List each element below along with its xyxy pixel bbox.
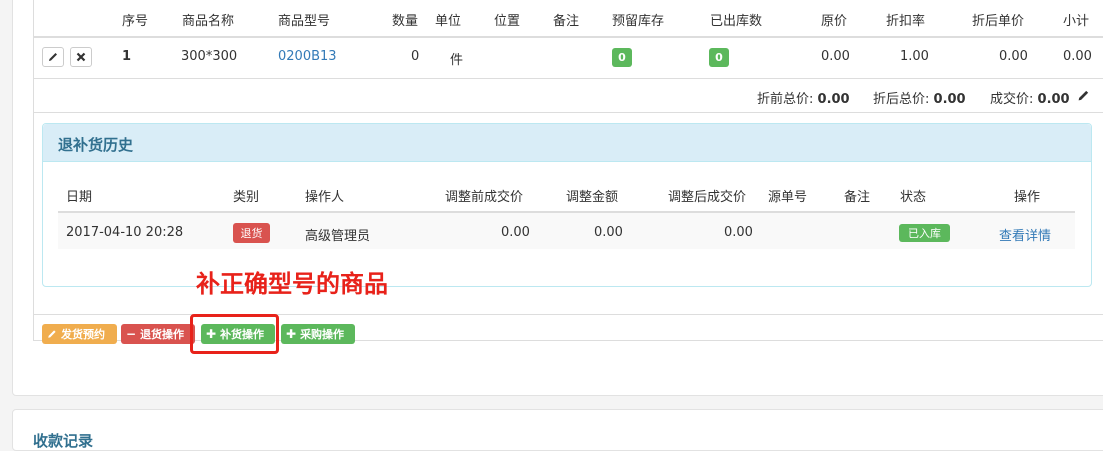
history-row-amount: 0.00	[594, 225, 623, 240]
row-divider	[34, 78, 1103, 79]
col-header-location: 位置	[494, 14, 521, 29]
annotation-text: 补正确型号的商品	[196, 270, 388, 298]
row-index: 1	[122, 49, 132, 64]
shipped-badge: 0	[709, 48, 729, 67]
col-header-qty: 数量	[392, 14, 419, 29]
history-col-status: 状态	[900, 190, 927, 205]
row-qty: 0	[411, 49, 420, 64]
deal-price: 成交价: 0.00	[990, 88, 1070, 107]
return-button[interactable]: − 退货操作	[121, 324, 195, 344]
pencil-icon	[49, 53, 57, 61]
total-before: 折前总价: 0.00	[757, 88, 850, 107]
history-row-view-details-link[interactable]: 查看详情	[999, 225, 1051, 244]
history-row-date: 2017-04-10 20:28	[66, 225, 184, 240]
total-after-value: 0.00	[933, 92, 966, 107]
deal-price-label: 成交价:	[990, 92, 1034, 107]
close-icon	[76, 52, 86, 62]
history-col-after: 调整后成交价	[668, 190, 747, 205]
col-header-orig-price: 原价	[821, 14, 848, 29]
reserved-badge: 0	[612, 48, 632, 67]
edit-row-button[interactable]	[42, 47, 64, 67]
history-col-operator: 操作人	[305, 190, 345, 205]
col-header-discount: 折扣率	[886, 14, 926, 29]
total-after: 折后总价: 0.00	[873, 88, 966, 107]
edit-deal-price-pencil-icon[interactable]	[1077, 89, 1090, 102]
pencil-icon	[48, 330, 56, 338]
delete-row-button[interactable]	[70, 47, 92, 67]
history-col-source: 源单号	[768, 190, 808, 205]
payment-records-panel: 收款记录	[12, 409, 1103, 451]
ship-reservation-label: 发货预约	[61, 328, 105, 341]
col-header-index: 序号	[122, 14, 149, 29]
minus-icon: −	[126, 327, 137, 341]
total-before-value: 0.00	[817, 92, 850, 107]
row-product-model-link[interactable]: 0200B13	[278, 49, 337, 64]
history-panel-header: 退补货历史	[43, 124, 1091, 162]
row-subtotal: 0.00	[1063, 49, 1092, 64]
history-col-amount: 调整金额	[566, 190, 619, 205]
table-header-divider	[34, 36, 1103, 38]
history-col-before: 调整前成交价	[445, 190, 524, 205]
col-header-remark: 备注	[553, 14, 580, 29]
history-row-status-badge: 已入库	[899, 224, 950, 242]
history-row-before: 0.00	[501, 225, 530, 240]
row-unit: 件	[450, 53, 464, 68]
row-product-name: 300*300	[181, 49, 238, 64]
ship-reservation-button[interactable]: 发货预约	[42, 324, 117, 344]
annotation-highlight-box	[190, 314, 279, 354]
plus-icon: ✚	[286, 327, 297, 341]
col-header-name: 商品名称	[182, 14, 235, 29]
history-col-type: 类别	[233, 190, 260, 205]
history-col-date: 日期	[66, 190, 93, 205]
row-unit-price: 0.00	[999, 49, 1028, 64]
return-label: 退货操作	[140, 328, 185, 341]
row-orig-price: 0.00	[821, 49, 850, 64]
col-header-shipped: 已出库数	[710, 14, 763, 29]
payment-records-title: 收款记录	[33, 432, 94, 450]
total-after-label: 折后总价:	[873, 92, 930, 107]
purchase-label: 采购操作	[300, 328, 345, 341]
col-header-unit: 单位	[435, 14, 462, 29]
col-header-model: 商品型号	[278, 14, 331, 29]
deal-price-value: 0.00	[1037, 92, 1070, 107]
history-col-remark: 备注	[844, 190, 871, 205]
purchase-button[interactable]: ✚ 采购操作	[281, 324, 355, 344]
col-header-unit-price: 折后单价	[972, 14, 1025, 29]
history-title: 退补货历史	[58, 136, 134, 154]
history-panel: 退补货历史	[42, 123, 1092, 287]
totals-divider	[34, 112, 1103, 113]
history-row-type-badge: 退货	[233, 223, 270, 243]
history-row-after: 0.00	[724, 225, 753, 240]
col-header-reserved: 预留库存	[612, 14, 665, 29]
history-row-operator: 高级管理员	[305, 229, 371, 244]
row-discount: 1.00	[900, 49, 929, 64]
col-header-subtotal: 小计	[1063, 14, 1090, 29]
total-before-label: 折前总价:	[757, 92, 814, 107]
history-col-action: 操作	[1014, 190, 1041, 205]
